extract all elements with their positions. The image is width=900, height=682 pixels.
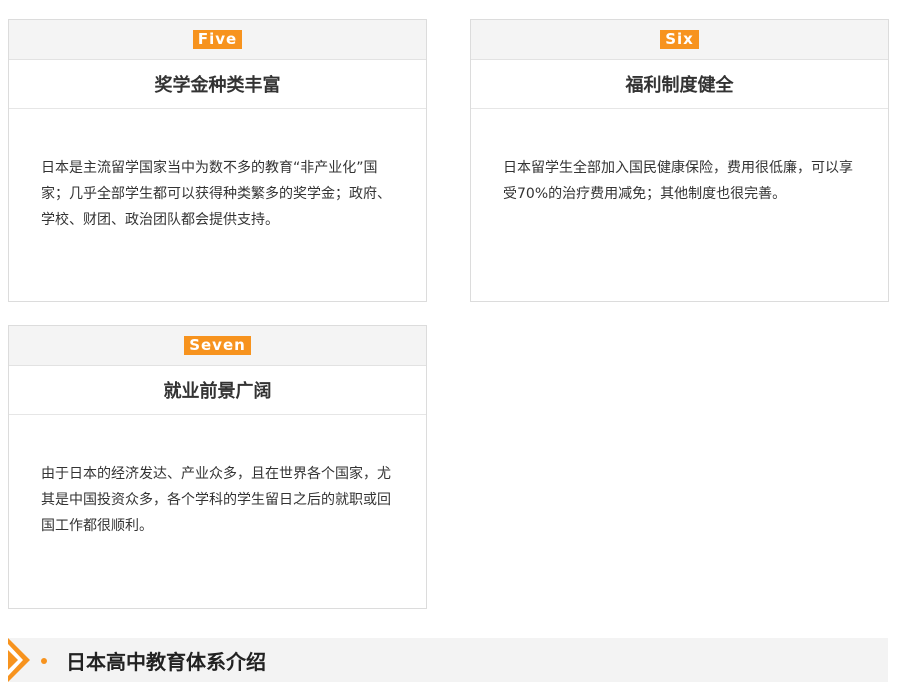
card-header: Five <box>9 20 426 60</box>
card-body-text: 由于日本的经济发达、产业众多，且在世界各个国家，尤其是中国投资众多，各个学科的学… <box>41 466 391 534</box>
card-body-text: 日本是主流留学国家当中为数不多的教育“非产业化”国家；几乎全部学生都可以获得种类… <box>41 160 391 228</box>
card-header: Seven <box>9 326 426 366</box>
feature-card-seven: Seven 就业前景广阔 由于日本的经济发达、产业众多，且在世界各个国家，尤其是… <box>8 325 427 609</box>
feature-card-six: Six 福利制度健全 日本留学生全部加入国民健康保险，费用很低廉，可以享受70%… <box>470 19 889 302</box>
section-title: 日本高中教育体系介绍 <box>66 650 266 674</box>
number-badge: Five <box>192 30 243 49</box>
section-header-bar: 日本高中教育体系介绍 <box>8 638 888 682</box>
arrow-icon <box>8 638 30 682</box>
card-body-text: 日本留学生全部加入国民健康保险，费用很低廉，可以享受70%的治疗费用减免；其他制… <box>503 160 853 202</box>
card-title: 奖学金种类丰富 <box>9 60 426 109</box>
card-title: 就业前景广阔 <box>9 366 426 415</box>
number-badge: Six <box>660 30 699 49</box>
card-header: Six <box>471 20 888 60</box>
feature-card-five: Five 奖学金种类丰富 日本是主流留学国家当中为数不多的教育“非产业化”国家；… <box>8 19 427 302</box>
number-badge: Seven <box>184 336 251 355</box>
bullet-dot-icon <box>41 658 47 664</box>
card-title: 福利制度健全 <box>471 60 888 109</box>
